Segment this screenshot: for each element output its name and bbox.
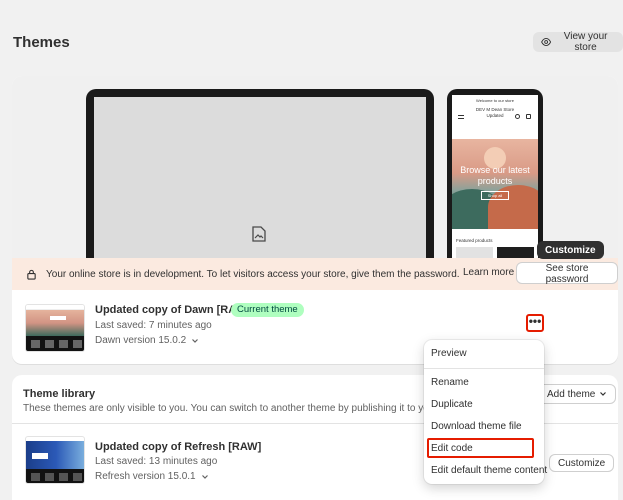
- desktop-preview-screen: [94, 97, 426, 264]
- last-saved: Last saved: 7 minutes ago: [95, 320, 212, 331]
- hero-title: Browse our latest products: [460, 165, 530, 186]
- view-store-label: View your store: [563, 31, 608, 53]
- current-theme-card: Welcome to our store DEV M Dean Store Up…: [12, 76, 618, 364]
- chevron-down-icon: [600, 392, 607, 396]
- theme-version-label: Dawn version 15.0.2: [95, 335, 187, 346]
- announcement-bar: Welcome to our store: [476, 98, 514, 103]
- add-theme-label: Add theme: [547, 388, 596, 400]
- menu-item-rename[interactable]: Rename: [431, 377, 469, 388]
- library-theme-version-label: Refresh version 15.0.1: [95, 471, 196, 482]
- more-actions-button[interactable]: •••: [526, 314, 544, 332]
- menu-item-preview[interactable]: Preview: [431, 348, 467, 359]
- view-store-button[interactable]: View your store: [533, 31, 623, 53]
- notice-text: Your online store is in development. To …: [46, 268, 460, 280]
- menu-item-edit-default-theme-content[interactable]: Edit default theme content: [431, 465, 547, 476]
- eye-icon: [541, 38, 552, 46]
- menu-item-duplicate[interactable]: Duplicate: [431, 399, 473, 410]
- see-store-password-button[interactable]: See store password: [516, 262, 618, 285]
- library-theme-version[interactable]: Refresh version 15.0.1: [95, 471, 209, 482]
- theme-version[interactable]: Dawn version 15.0.2: [95, 335, 199, 346]
- customize-button[interactable]: Customize: [537, 241, 604, 259]
- add-theme-button[interactable]: Add theme: [538, 384, 617, 404]
- menu-icon: [458, 115, 464, 119]
- theme-name: Updated copy of Dawn [RAW]: [95, 304, 250, 316]
- mobile-preview-screen: Welcome to our store DEV M Dean Store Up…: [452, 95, 538, 264]
- featured-heading: Featured products: [456, 238, 493, 243]
- chevron-down-icon: [201, 474, 208, 479]
- hero-shop-button: Shop all: [481, 191, 509, 200]
- menu-item-download-theme-file[interactable]: Download theme file: [431, 421, 522, 432]
- desktop-preview: [86, 89, 434, 264]
- library-theme-name: Updated copy of Refresh [RAW]: [95, 441, 262, 453]
- mobile-preview: Welcome to our store DEV M Dean Store Up…: [447, 89, 543, 264]
- current-theme-badge: Current theme: [231, 303, 304, 317]
- learn-more-link[interactable]: Learn more: [463, 267, 514, 278]
- cart-icon: [526, 114, 531, 119]
- mobile-header: DEV M Dean Store Updated: [452, 103, 538, 131]
- store-name: DEV M Dean Store Updated: [475, 107, 515, 118]
- hero-banner: Browse our latest products Shop all: [452, 139, 538, 229]
- chevron-down-icon: [192, 338, 199, 343]
- theme-thumbnail: [25, 304, 85, 352]
- edit-code-highlight: [427, 438, 534, 458]
- library-theme-last-saved: Last saved: 13 minutes ago: [95, 456, 218, 467]
- library-title: Theme library: [23, 388, 96, 400]
- library-description: These themes are only visible to you. Yo…: [23, 403, 466, 414]
- menu-divider: [424, 368, 544, 369]
- theme-preview[interactable]: Welcome to our store DEV M Dean Store Up…: [12, 76, 618, 264]
- theme-thumbnail: [25, 436, 85, 484]
- page-title: Themes: [13, 34, 70, 51]
- lock-icon: [27, 269, 36, 280]
- theme-actions-menu: Preview Rename Duplicate Download theme …: [424, 340, 547, 484]
- image-placeholder-icon: [252, 226, 266, 242]
- search-icon: [515, 114, 520, 119]
- library-customize-button[interactable]: Customize: [549, 454, 615, 472]
